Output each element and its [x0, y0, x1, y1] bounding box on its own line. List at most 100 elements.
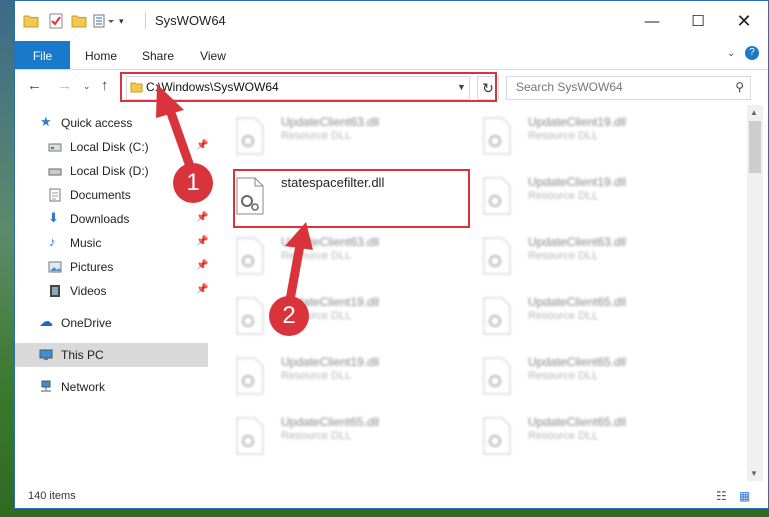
properties-icon[interactable] — [49, 13, 63, 29]
file-name: UpdateClient63.dll — [281, 235, 380, 249]
file-type: Resource DLL — [281, 130, 352, 142]
file-type: Resource DLL — [528, 130, 599, 142]
vertical-scrollbar[interactable]: ▲ ▼ — [747, 105, 763, 481]
file-item[interactable]: UpdateClient65.dll Resource DLL — [458, 289, 688, 337]
callout-2: 2 — [269, 296, 309, 336]
file-name: UpdateClient65.dll — [528, 295, 627, 309]
file-name: UpdateClient63.dll — [281, 115, 380, 129]
dll-file-icon — [483, 237, 511, 275]
file-name: UpdateClient63.dll — [528, 235, 627, 249]
window-title: SysWOW64 — [155, 13, 226, 28]
dll-file-icon — [236, 417, 264, 455]
file-type: Resource DLL — [281, 370, 352, 382]
title-divider — [145, 13, 146, 29]
documents-icon — [49, 188, 61, 202]
file-name: UpdateClient19.dll — [281, 355, 380, 369]
maximize-button[interactable]: ☐ — [675, 1, 721, 41]
file-type: Resource DLL — [528, 310, 599, 322]
pin-icon[interactable]: 📌 — [196, 212, 208, 223]
network-icon — [41, 380, 51, 392]
close-button[interactable]: ✕ — [721, 1, 767, 41]
ribbon: File Home Share View ⌄ ? — [15, 41, 768, 70]
file-item[interactable]: UpdateClient63.dll Resource DLL — [458, 229, 688, 277]
forward-button[interactable]: → — [57, 77, 72, 94]
sidebar-item-music[interactable]: ♪ Music 📌 — [15, 231, 208, 255]
customize-icon[interactable] — [93, 14, 115, 28]
sidebar-item-label: Local Disk (C:) — [70, 140, 149, 154]
search-box[interactable]: Search SysWOW64 ⚲ — [506, 76, 751, 100]
tab-file[interactable]: File — [15, 41, 70, 69]
status-bar: 140 items ☷ ▦ — [15, 486, 768, 508]
file-item[interactable]: UpdateClient65.dll Resource DLL — [458, 349, 688, 397]
minimize-button[interactable]: — — [629, 1, 675, 41]
item-count: 140 items — [28, 490, 76, 502]
sidebar-item-local-disk-c[interactable]: Local Disk (C:) 📌 — [15, 135, 208, 159]
help-icon[interactable]: ? — [745, 46, 759, 60]
folder-icon[interactable] — [23, 14, 39, 28]
back-button[interactable]: ← — [27, 77, 42, 94]
scroll-down-icon[interactable]: ▼ — [750, 469, 758, 478]
file-name: UpdateClient19.dll — [528, 115, 627, 129]
file-item[interactable]: UpdateClient65.dll Resource DLL — [211, 409, 441, 457]
file-type: Resource DLL — [528, 370, 599, 382]
sidebar-item-label: This PC — [61, 348, 104, 362]
cloud-icon: ☁ — [39, 313, 53, 329]
address-highlight-box — [120, 72, 497, 102]
file-type: Resource DLL — [528, 250, 599, 262]
sidebar-item-label: Downloads — [70, 212, 130, 226]
sidebar-item-label: OneDrive — [61, 316, 112, 330]
dll-file-icon — [236, 237, 264, 275]
up-button[interactable]: ↑ — [101, 77, 109, 94]
pin-icon[interactable]: 📌 — [196, 284, 208, 295]
star-icon: ★ — [40, 114, 52, 129]
tab-share[interactable]: Share — [135, 41, 181, 69]
file-item[interactable]: UpdateClient19.dll Resource DLL — [458, 109, 688, 157]
file-type: Resource DLL — [281, 250, 352, 262]
sidebar-item-videos[interactable]: Videos 📌 — [15, 279, 208, 303]
new-folder-icon[interactable] — [71, 14, 87, 28]
quick-access-toolbar: ▾ — [23, 12, 124, 30]
callout-1: 1 — [173, 163, 213, 203]
sidebar-item-label: Pictures — [70, 260, 114, 274]
file-name: UpdateClient65.dll — [281, 415, 380, 429]
expand-ribbon-icon[interactable]: ⌄ — [727, 48, 735, 59]
search-input[interactable]: Search SysWOW64 — [516, 80, 623, 94]
large-icons-view-icon[interactable]: ▦ — [739, 489, 750, 503]
sidebar-item-pictures[interactable]: Pictures 📌 — [15, 255, 208, 279]
file-item[interactable]: UpdateClient19.dll Resource DLL — [458, 169, 688, 217]
drive-icon — [48, 168, 62, 176]
qa-dropdown-icon[interactable]: ▾ — [119, 16, 124, 27]
file-item[interactable]: UpdateClient65.dll Resource DLL — [458, 409, 688, 457]
sidebar-item-label: Network — [61, 380, 106, 394]
file-type: Resource DLL — [528, 430, 599, 442]
sidebar-item-downloads[interactable]: ⬇ Downloads 📌 — [15, 207, 208, 231]
dll-file-icon — [483, 117, 511, 155]
dll-file-icon — [483, 417, 511, 455]
pin-icon[interactable]: 📌 — [196, 236, 208, 247]
file-name: UpdateClient19.dll — [528, 175, 627, 189]
sidebar-item-onedrive[interactable]: ☁ OneDrive — [15, 311, 208, 335]
tab-view[interactable]: View — [191, 41, 235, 69]
file-item[interactable]: UpdateClient19.dll Resource DLL — [211, 289, 441, 337]
scroll-up-icon[interactable]: ▲ — [750, 108, 758, 117]
sidebar-item-quick-access[interactable]: ★ Quick access — [15, 111, 208, 135]
details-view-icon[interactable]: ☷ — [716, 489, 727, 503]
drive-icon — [48, 143, 62, 152]
download-icon: ⬇ — [48, 210, 59, 225]
recent-locations-icon[interactable]: ⌄ — [83, 81, 91, 92]
pin-icon[interactable]: 📌 — [196, 260, 208, 271]
dll-file-icon — [483, 177, 511, 215]
music-icon: ♪ — [49, 234, 56, 249]
file-item[interactable]: UpdateClient63.dll Resource DLL — [211, 229, 441, 277]
sidebar-item-this-pc[interactable]: This PC — [15, 343, 208, 367]
tab-home[interactable]: Home — [77, 41, 125, 69]
search-icon[interactable]: ⚲ — [735, 80, 744, 94]
file-item[interactable]: UpdateClient19.dll Resource DLL — [211, 349, 441, 397]
file-type: Resource DLL — [528, 190, 599, 202]
scrollbar-thumb[interactable] — [749, 121, 761, 173]
sidebar-item-label: Music — [70, 236, 102, 250]
dll-file-icon — [236, 117, 264, 155]
file-item[interactable]: UpdateClient63.dll Resource DLL — [211, 109, 441, 157]
sidebar-item-network[interactable]: Network — [15, 375, 208, 399]
pin-icon[interactable]: 📌 — [196, 140, 208, 151]
